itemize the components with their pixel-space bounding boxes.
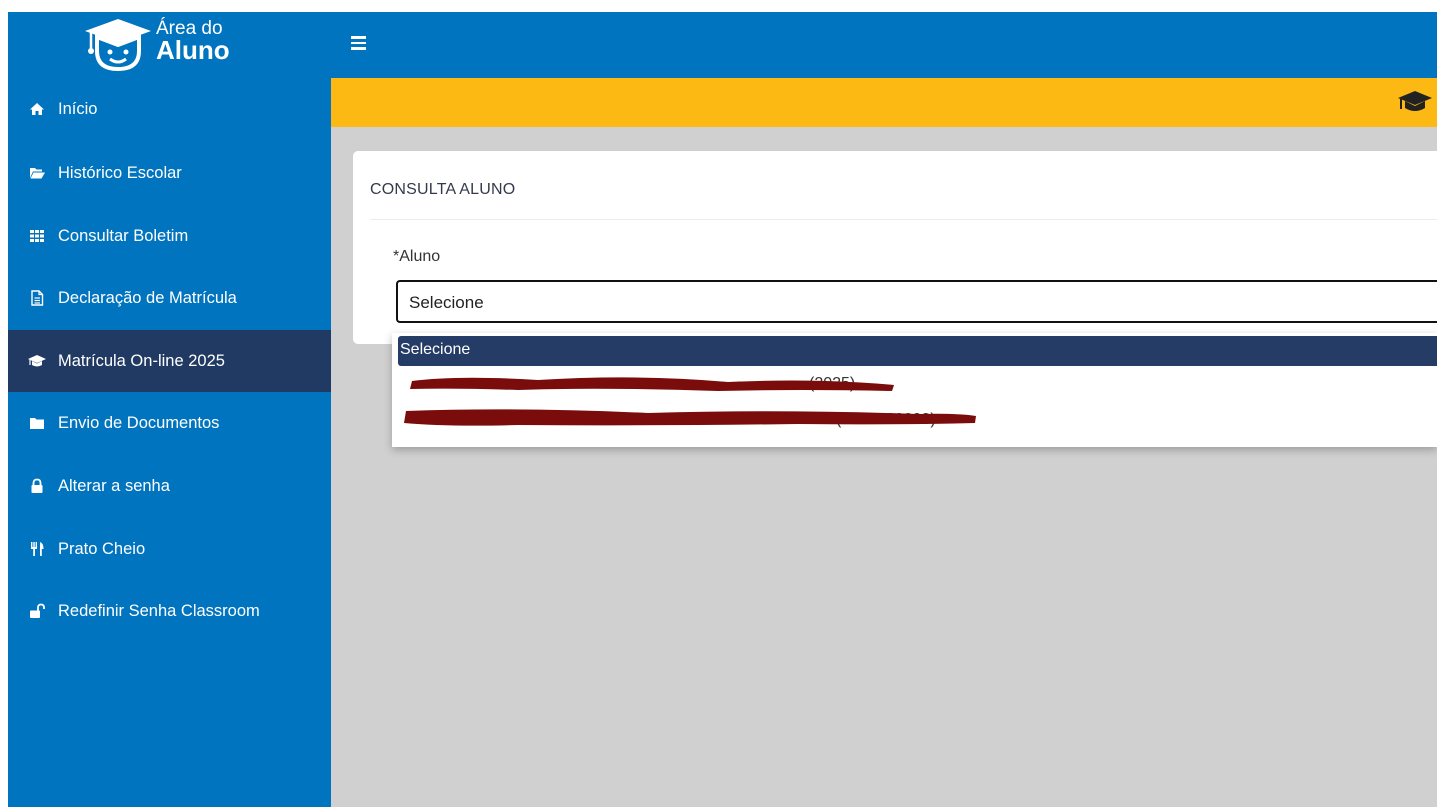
consulta-aluno-card: CONSULTA ALUNO *Aluno Selecione — [353, 151, 1437, 344]
sidebar-item-prato-cheio[interactable]: Prato Cheio — [8, 518, 331, 580]
sidebar-item-alterar-senha[interactable]: Alterar a senha — [8, 455, 331, 517]
dropdown-option-student-1[interactable]: (2025) — [398, 369, 1437, 399]
grid-icon — [28, 227, 46, 245]
sidebar-item-redefinir-classroom[interactable]: Redefinir Senha Classroom — [8, 580, 331, 642]
card-divider — [370, 219, 1437, 220]
graduation-cap-icon — [28, 352, 46, 370]
sidebar-item-label: Matrícula On-line 2025 — [58, 351, 225, 370]
sidebar-item-envio-documentos[interactable]: Envio de Documentos — [8, 392, 331, 454]
aluno-select-value: Selecione — [409, 293, 484, 312]
cutlery-icon — [28, 540, 46, 558]
home-icon — [28, 100, 46, 118]
sidebar-item-matricula-online[interactable]: Matrícula On-line 2025 — [8, 330, 331, 392]
redaction-mark — [410, 377, 894, 391]
sidebar-item-label: Declaração de Matrícula — [58, 288, 237, 307]
document-icon — [28, 289, 46, 307]
sidebar: Área do Aluno Início Histórico Escolar C… — [8, 12, 331, 807]
dropdown-option-label: Selecione — [400, 341, 471, 358]
aluno-field-label: *Aluno — [393, 248, 441, 265]
card-title: CONSULTA ALUNO — [370, 181, 516, 198]
unlock-icon — [28, 602, 46, 620]
logo-text-line2: Aluno — [156, 35, 230, 65]
app-logo[interactable]: Área do Aluno — [83, 15, 263, 79]
sidebar-item-boletim[interactable]: Consultar Boletim — [8, 205, 331, 267]
sidebar-item-label: Consultar Boletim — [58, 226, 189, 245]
top-bar — [331, 12, 1437, 78]
sidebar-item-label: Prato Cheio — [58, 539, 146, 558]
graduation-cap-icon — [1398, 91, 1432, 111]
student-logo-icon — [85, 19, 151, 72]
sidebar-item-declaracao[interactable]: Declaração de Matrícula — [8, 267, 331, 329]
sidebar-item-label: Início — [58, 99, 98, 118]
sidebar-item-historico[interactable]: Histórico Escolar — [8, 142, 331, 204]
lock-icon — [28, 477, 46, 495]
folder-icon — [28, 414, 46, 432]
sidebar-item-label: Redefinir Senha Classroom — [58, 601, 260, 620]
sidebar-item-label: Alterar a senha — [58, 476, 170, 495]
aluno-select[interactable]: Selecione — [396, 280, 1437, 323]
folder-open-icon — [28, 164, 46, 182]
dropdown-option-student-2[interactable]: (7000000000) — [398, 405, 1437, 435]
sidebar-item-label: Envio de Documentos — [58, 413, 220, 432]
aluno-dropdown: Selecione (2025) (7000000000) — [392, 333, 1437, 447]
hamburger-menu-icon[interactable] — [351, 36, 366, 50]
page-header-bar — [331, 78, 1437, 127]
redaction-mark — [404, 409, 976, 426]
dropdown-option-selecione[interactable]: Selecione — [398, 336, 1437, 366]
sidebar-item-inicio[interactable]: Início — [8, 78, 331, 140]
sidebar-item-label: Histórico Escolar — [58, 163, 182, 182]
